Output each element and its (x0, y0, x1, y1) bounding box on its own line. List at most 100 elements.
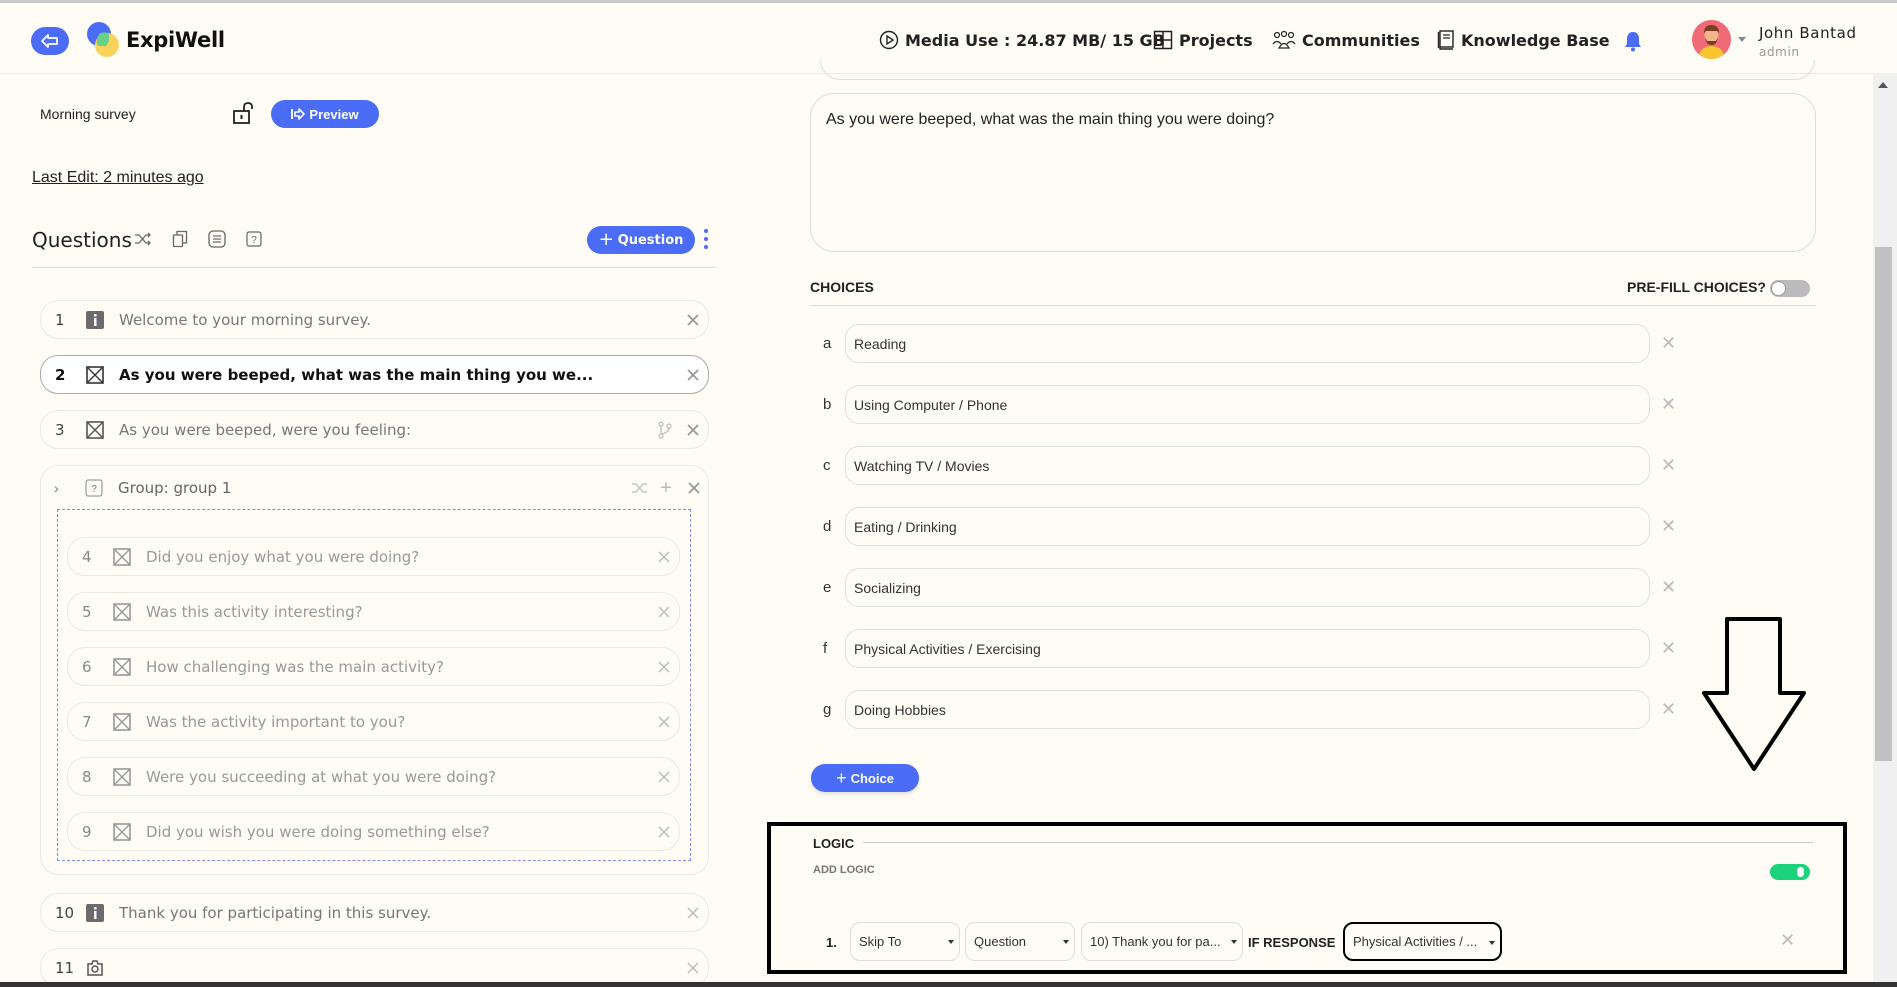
question-text-input[interactable]: As you were beeped, what was the main th… (810, 93, 1816, 252)
logic-rule-number: 1. (826, 935, 837, 950)
delete-group-icon[interactable] (679, 482, 709, 494)
survey-name[interactable]: Morning survey (40, 106, 136, 122)
expiwell-logo-icon (87, 22, 119, 57)
dropdown-caret-icon (948, 940, 954, 944)
delete-choice-icon[interactable]: ✕ (1661, 699, 1676, 720)
delete-question-icon[interactable] (649, 771, 679, 783)
user-avatar-icon (1692, 20, 1731, 59)
multiple-choice-icon (112, 767, 132, 787)
group-question-item[interactable]: 7 Was the activity important to you? (67, 702, 680, 741)
add-logic-toggle[interactable] (1770, 864, 1810, 880)
down-arrow-annotation-icon (1702, 617, 1806, 771)
logic-action-select[interactable]: Skip To (850, 922, 960, 961)
question-item[interactable]: 10 Thank you for participating in this s… (40, 893, 709, 932)
delete-question-icon[interactable] (678, 313, 708, 326)
preview-label: Preview (309, 106, 359, 122)
logic-target-value: 10) Thank you for pa... (1090, 934, 1221, 949)
add-question-button[interactable]: + Question (587, 226, 695, 254)
nav-communities[interactable]: Communities (1272, 30, 1420, 50)
group-question-item[interactable]: 8 Were you succeeding at what you were do… (67, 757, 680, 796)
choice-input[interactable] (845, 568, 1650, 607)
choice-letter: a (823, 335, 832, 352)
choice-input[interactable] (845, 690, 1650, 729)
branch-icon[interactable] (652, 420, 678, 439)
svg-text:?: ? (91, 484, 97, 495)
avatar[interactable] (1692, 20, 1731, 59)
back-button[interactable] (31, 27, 69, 55)
bell-icon[interactable] (1623, 30, 1643, 52)
group-add-icon[interactable]: + (653, 477, 679, 500)
logic-target-select[interactable]: 10) Thank you for pa... (1081, 922, 1243, 961)
logic-response-select[interactable]: Physical Activities / ... (1343, 922, 1502, 961)
group-question-item[interactable]: 5 Was this activity interesting? (67, 592, 680, 631)
delete-choice-icon[interactable]: ✕ (1661, 577, 1676, 598)
delete-question-icon[interactable] (678, 962, 708, 974)
delete-question-icon[interactable] (649, 716, 679, 728)
copy-button[interactable] (172, 230, 188, 248)
chevron-right-icon[interactable]: › (40, 480, 76, 496)
delete-choice-icon[interactable]: ✕ (1661, 638, 1676, 659)
delete-logic-rule-icon[interactable]: ✕ (1780, 930, 1795, 951)
choice-letter: f (823, 640, 828, 657)
list-button[interactable] (208, 230, 226, 248)
question-number: 10 (55, 903, 75, 922)
previous-field-edge (820, 60, 1815, 80)
last-edit-link[interactable]: Last Edit: 2 minutes ago (32, 169, 204, 187)
bottom-edge (0, 982, 1897, 987)
delete-question-icon[interactable] (649, 826, 679, 838)
preview-button[interactable]: Preview (271, 100, 379, 128)
group-question-item[interactable]: 4 Did you enjoy what you were doing? (67, 537, 680, 576)
dropdown-caret-icon (1063, 940, 1069, 944)
unlock-icon[interactable] (232, 101, 256, 125)
scrollbar-thumb[interactable] (1875, 247, 1892, 761)
choice-input[interactable] (845, 446, 1650, 485)
scroll-up-arrow-icon[interactable] (1878, 82, 1888, 88)
choice-input[interactable] (845, 324, 1650, 363)
prefill-choices-toggle[interactable] (1770, 280, 1810, 297)
user-menu-caret-icon[interactable] (1738, 37, 1746, 42)
delete-choice-icon[interactable]: ✕ (1661, 333, 1676, 354)
group-shuffle-icon[interactable] (627, 481, 653, 495)
delete-question-icon[interactable] (649, 661, 679, 673)
media-use-indicator: Media Use : 24.87 MB/ 15 GB (879, 30, 1165, 50)
nav-communities-label: Communities (1302, 30, 1420, 50)
question-text: Welcome to your morning survey. (119, 310, 371, 329)
multiple-choice-icon (85, 365, 105, 385)
help-button[interactable]: ? (246, 231, 262, 247)
question-item-active[interactable]: 2 As you were beeped, what was the main … (40, 355, 709, 394)
group-header[interactable]: › ? Group: group 1 + (40, 469, 709, 507)
delete-choice-icon[interactable]: ✕ (1661, 394, 1676, 415)
plus-icon: + (598, 229, 614, 250)
delete-choice-icon[interactable]: ✕ (1661, 455, 1676, 476)
delete-question-icon[interactable] (649, 606, 679, 618)
question-item[interactable]: 1 Welcome to your morning survey. (40, 300, 709, 339)
camera-icon (85, 958, 105, 978)
nav-projects[interactable]: Projects (1153, 30, 1253, 50)
logic-target-type-select[interactable]: Question (965, 922, 1075, 961)
add-choice-button[interactable]: + Choice (811, 764, 919, 792)
question-item[interactable]: 3 As you were beeped, were you feeling: (40, 410, 709, 449)
delete-question-icon[interactable] (649, 551, 679, 563)
user-name: John Bantad (1759, 24, 1857, 42)
questions-title: Questions (32, 228, 132, 252)
arrow-left-icon (41, 34, 58, 48)
more-options-icon[interactable] (703, 229, 709, 249)
delete-question-icon[interactable] (678, 368, 708, 381)
copy-icon (172, 230, 188, 248)
shuffle-button[interactable] (134, 232, 152, 246)
delete-question-icon[interactable] (678, 907, 708, 919)
question-text: As you were beeped, what was the main th… (119, 365, 594, 384)
choice-input[interactable] (845, 507, 1650, 546)
multiple-choice-icon (112, 602, 132, 622)
svg-text:?: ? (251, 235, 257, 246)
delete-question-icon[interactable] (678, 423, 708, 436)
group-question-item[interactable]: 6 How challenging was the main activity? (67, 647, 680, 686)
choice-input[interactable] (845, 629, 1650, 668)
delete-choice-icon[interactable]: ✕ (1661, 516, 1676, 537)
info-icon (85, 903, 105, 923)
grid-icon (1153, 30, 1173, 50)
choice-input[interactable] (845, 385, 1650, 424)
logic-divider (863, 842, 1813, 843)
nav-knowledge-base[interactable]: Knowledge Base (1437, 30, 1610, 50)
group-question-item[interactable]: 9 Did you wish you were doing something e… (67, 812, 680, 851)
